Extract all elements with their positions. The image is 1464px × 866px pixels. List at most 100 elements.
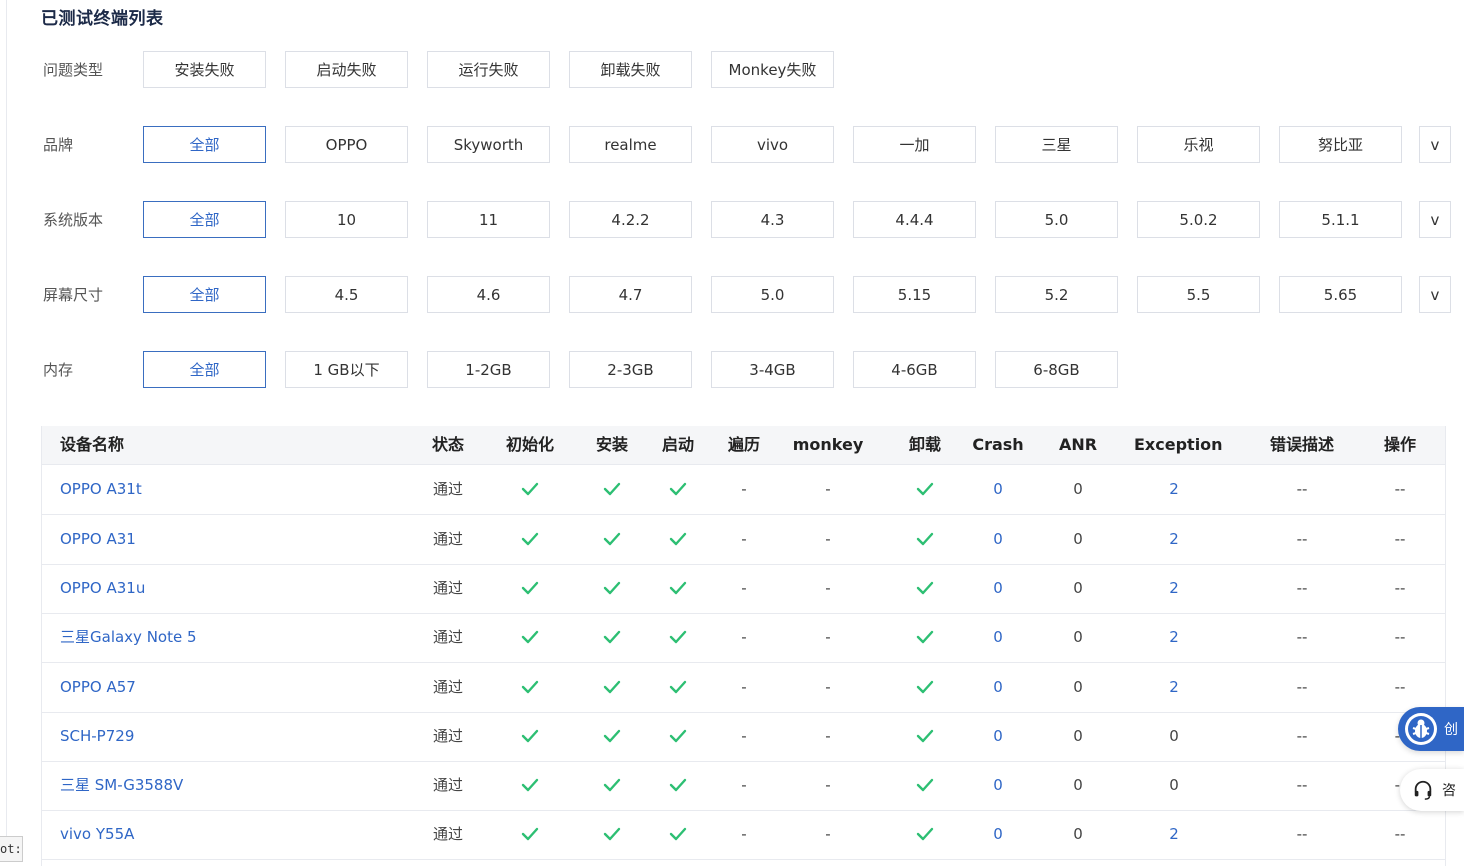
cell-action: --	[1394, 825, 1406, 843]
filter-chip-monkey失败[interactable]: Monkey失败	[711, 51, 834, 88]
check-icon	[603, 778, 621, 792]
crash-count-link[interactable]: 0	[993, 761, 1003, 810]
filter-chip-乐视[interactable]: 乐视	[1137, 126, 1260, 163]
exception-count-link[interactable]: 2	[1169, 810, 1179, 859]
device-name-link[interactable]: OPPO A31	[60, 515, 136, 564]
crash-count-link[interactable]: 0	[993, 810, 1003, 859]
device-name-link[interactable]: 三星Galaxy Note 5	[60, 613, 197, 662]
device-name-link[interactable]: OPPO A57	[60, 663, 136, 712]
filter-chip-全部[interactable]: 全部	[143, 201, 266, 238]
header-install: 安装	[595, 435, 629, 454]
create-bug-button[interactable]: 创	[1398, 707, 1464, 751]
check-icon	[521, 630, 539, 644]
header-anr: ANR	[1058, 435, 1098, 454]
check-icon	[916, 630, 934, 644]
filter-chip-全部[interactable]: 全部	[143, 351, 266, 388]
expand-more-button[interactable]: v	[1419, 276, 1451, 313]
exception-count-link[interactable]: 2	[1169, 663, 1179, 712]
filter-chip-vivo[interactable]: vivo	[711, 126, 834, 163]
check-icon	[603, 630, 621, 644]
check-icon	[669, 778, 687, 792]
filter-chip-10[interactable]: 10	[285, 201, 408, 238]
filter-chip-4-3[interactable]: 4.3	[711, 201, 834, 238]
filter-chip-4-6[interactable]: 4.6	[427, 276, 550, 313]
filter-chip-4-7[interactable]: 4.7	[569, 276, 692, 313]
cell-status: 通过	[432, 678, 464, 696]
table-row: 三星 SM-G3588V通过--000----	[42, 761, 1445, 811]
crash-count-link[interactable]: 0	[993, 613, 1003, 662]
consult-button[interactable]: 咨	[1400, 769, 1464, 811]
filter-chip-1-gb以下[interactable]: 1 GB以下	[285, 351, 408, 388]
filter-chip-全部[interactable]: 全部	[143, 276, 266, 313]
filter-chip-卸载失败[interactable]: 卸载失败	[569, 51, 692, 88]
exception-count-link[interactable]: 2	[1169, 564, 1179, 613]
table-row: OPPO A31t 通过 - -0 0 2 -- --	[42, 465, 1445, 515]
cell-error-desc: --	[1296, 727, 1308, 745]
exception-count-link[interactable]: 2	[1169, 465, 1179, 514]
header-traverse: 遍历	[727, 435, 761, 454]
create-bug-label: 创	[1444, 722, 1458, 738]
cell-anr: 0	[1073, 480, 1083, 498]
cell-error-desc: --	[1296, 776, 1308, 794]
device-name-link[interactable]: 三星 SM-G3588V	[60, 761, 183, 810]
check-icon	[603, 680, 621, 694]
device-name-link[interactable]: SCH-P729	[60, 712, 134, 761]
check-icon	[916, 482, 934, 496]
expand-more-button[interactable]: v	[1419, 201, 1451, 238]
device-name-link[interactable]: OPPO A31t	[60, 465, 142, 514]
filter-chip-4-4-4[interactable]: 4.4.4	[853, 201, 976, 238]
filter-chip-6-8gb[interactable]: 6-8GB	[995, 351, 1118, 388]
filter-chip-5-0-2[interactable]: 5.0.2	[1137, 201, 1260, 238]
device-name-link[interactable]: OPPO A31u	[60, 564, 145, 613]
check-icon	[916, 778, 934, 792]
filter-chip-5-5[interactable]: 5.5	[1137, 276, 1260, 313]
cell-anr: 0	[1073, 628, 1083, 646]
expand-more-button[interactable]: v	[1419, 126, 1451, 163]
filter-chip-5-2[interactable]: 5.2	[995, 276, 1118, 313]
filter-chip-一加[interactable]: 一加	[853, 126, 976, 163]
filter-chip-4-6gb[interactable]: 4-6GB	[853, 351, 976, 388]
filter-chip-5-0[interactable]: 5.0	[995, 201, 1118, 238]
filter-chip-全部[interactable]: 全部	[143, 126, 266, 163]
filter-chip-2-3gb[interactable]: 2-3GB	[569, 351, 692, 388]
cell-anr: 0	[1073, 727, 1083, 745]
crash-count-link[interactable]: 0	[993, 515, 1003, 564]
cell-anr: 0	[1073, 530, 1083, 548]
filter-chip-5-65[interactable]: 5.65	[1279, 276, 1402, 313]
filter-chip-5-1-1[interactable]: 5.1.1	[1279, 201, 1402, 238]
crash-count-link[interactable]: 0	[993, 465, 1003, 514]
check-icon	[916, 581, 934, 595]
filter-chip-4-2-2[interactable]: 4.2.2	[569, 201, 692, 238]
filter-chip-11[interactable]: 11	[427, 201, 550, 238]
filter-chip-启动失败[interactable]: 启动失败	[285, 51, 408, 88]
table-header: 设备名称 状态 初始化 安装 启动 遍历 monkey 卸载 Crash ANR Exception…	[42, 426, 1445, 465]
header-init: 初始化	[505, 435, 555, 454]
filter-chip-三星[interactable]: 三星	[995, 126, 1118, 163]
device-name-link[interactable]: vivo Y55A	[60, 810, 134, 859]
cell-traverse: -	[741, 678, 747, 696]
filter-chip-oppo[interactable]: OPPO	[285, 126, 408, 163]
exception-count-link[interactable]: 2	[1169, 613, 1179, 662]
filter-chip-3-4gb[interactable]: 3-4GB	[711, 351, 834, 388]
filter-label: 品牌	[43, 136, 74, 154]
filter-chip-4-5[interactable]: 4.5	[285, 276, 408, 313]
table-row: 三星Galaxy Note 5 通过 - -0 0 2 -- --	[42, 613, 1445, 663]
check-icon	[521, 778, 539, 792]
check-icon	[603, 532, 621, 546]
filter-chip-1-2gb[interactable]: 1-2GB	[427, 351, 550, 388]
filter-chip-努比亚[interactable]: 努比亚	[1279, 126, 1402, 163]
check-icon	[916, 680, 934, 694]
crash-count-link[interactable]: 0	[993, 564, 1003, 613]
filter-chip-安装失败[interactable]: 安装失败	[143, 51, 266, 88]
crash-count-link[interactable]: 0	[993, 663, 1003, 712]
filter-chip-5-15[interactable]: 5.15	[853, 276, 976, 313]
crash-count-link[interactable]: 0	[993, 712, 1003, 761]
filter-chip-5-0[interactable]: 5.0	[711, 276, 834, 313]
cell-traverse: -	[741, 628, 747, 646]
exception-count-link[interactable]: 2	[1169, 515, 1179, 564]
cell-anr: 0	[1073, 579, 1083, 597]
cell-monkey: -	[825, 825, 831, 843]
filter-chip-运行失败[interactable]: 运行失败	[427, 51, 550, 88]
filter-chip-skyworth[interactable]: Skyworth	[427, 126, 550, 163]
filter-chip-realme[interactable]: realme	[569, 126, 692, 163]
